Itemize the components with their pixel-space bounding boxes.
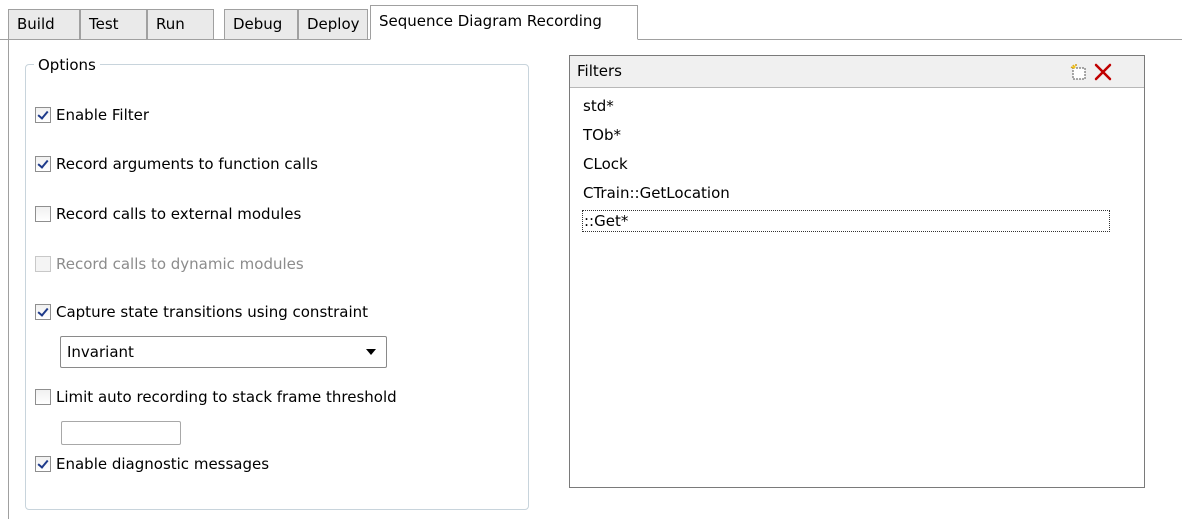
options-group-title: Options: [34, 56, 100, 74]
capture-state-transitions-checkbox[interactable]: Capture state transitions using constrai…: [35, 301, 368, 323]
stack-frame-threshold-input[interactable]: [61, 421, 181, 445]
constraint-dropdown[interactable]: Invariant: [60, 336, 387, 368]
checkbox-label: Enable Filter: [56, 106, 150, 124]
tab-debug[interactable]: Debug: [224, 9, 298, 39]
checkbox-label: Capture state transitions using constrai…: [56, 303, 369, 321]
delete-x-icon[interactable]: [1093, 62, 1113, 82]
tab-deploy[interactable]: Deploy: [298, 9, 368, 39]
filter-list-item[interactable]: CTrain::GetLocation: [583, 183, 730, 203]
checkbox-box[interactable]: [35, 304, 51, 320]
checkbox-box[interactable]: [35, 107, 51, 123]
checkbox-box: [35, 256, 51, 272]
constraint-dropdown-value: Invariant: [67, 343, 134, 361]
record-arguments-checkbox[interactable]: Record arguments to function calls: [35, 153, 318, 175]
limit-auto-recording-checkbox[interactable]: Limit auto recording to stack frame thre…: [35, 386, 397, 408]
checkbox-label: Record arguments to function calls: [56, 155, 318, 173]
tab-sequence-diagram-recording[interactable]: Sequence Diagram Recording: [370, 5, 638, 40]
checkbox-label: Record calls to external modules: [56, 205, 302, 223]
new-item-icon[interactable]: [1070, 64, 1088, 81]
filter-list-item[interactable]: std*: [583, 96, 614, 116]
tab-test[interactable]: Test: [80, 9, 147, 39]
tab-strip: Build Test Run Debug Deploy Sequence Dia…: [0, 0, 1182, 40]
checkbox-label: Enable diagnostic messages: [56, 455, 270, 473]
checkbox-box[interactable]: [35, 206, 51, 222]
filters-panel: Filters std* TOb* CLock CTrain::GetLocat…: [569, 55, 1145, 488]
enable-filter-checkbox[interactable]: Enable Filter: [35, 104, 149, 126]
checkbox-box[interactable]: [35, 156, 51, 172]
chevron-down-icon[interactable]: [366, 349, 376, 355]
tab-build[interactable]: Build: [8, 9, 80, 39]
record-external-modules-checkbox[interactable]: Record calls to external modules: [35, 203, 301, 225]
filter-list-item[interactable]: TOb*: [583, 125, 621, 145]
tab-strip-lead: [0, 0, 8, 40]
checkbox-box[interactable]: [35, 456, 51, 472]
checkbox-label: Limit auto recording to stack frame thre…: [56, 388, 397, 406]
left-rule: [8, 40, 9, 519]
record-dynamic-modules-checkbox: Record calls to dynamic modules: [35, 253, 304, 275]
checkbox-box[interactable]: [35, 389, 51, 405]
filter-list-item-focused[interactable]: ::Get*: [582, 210, 1110, 232]
enable-diagnostic-messages-checkbox[interactable]: Enable diagnostic messages: [35, 453, 269, 475]
filters-header: Filters: [570, 56, 1144, 88]
filter-list-item[interactable]: CLock: [583, 154, 628, 174]
checkbox-label: Record calls to dynamic modules: [56, 255, 304, 273]
tab-run[interactable]: Run: [147, 9, 214, 39]
filters-title: Filters: [577, 62, 622, 80]
